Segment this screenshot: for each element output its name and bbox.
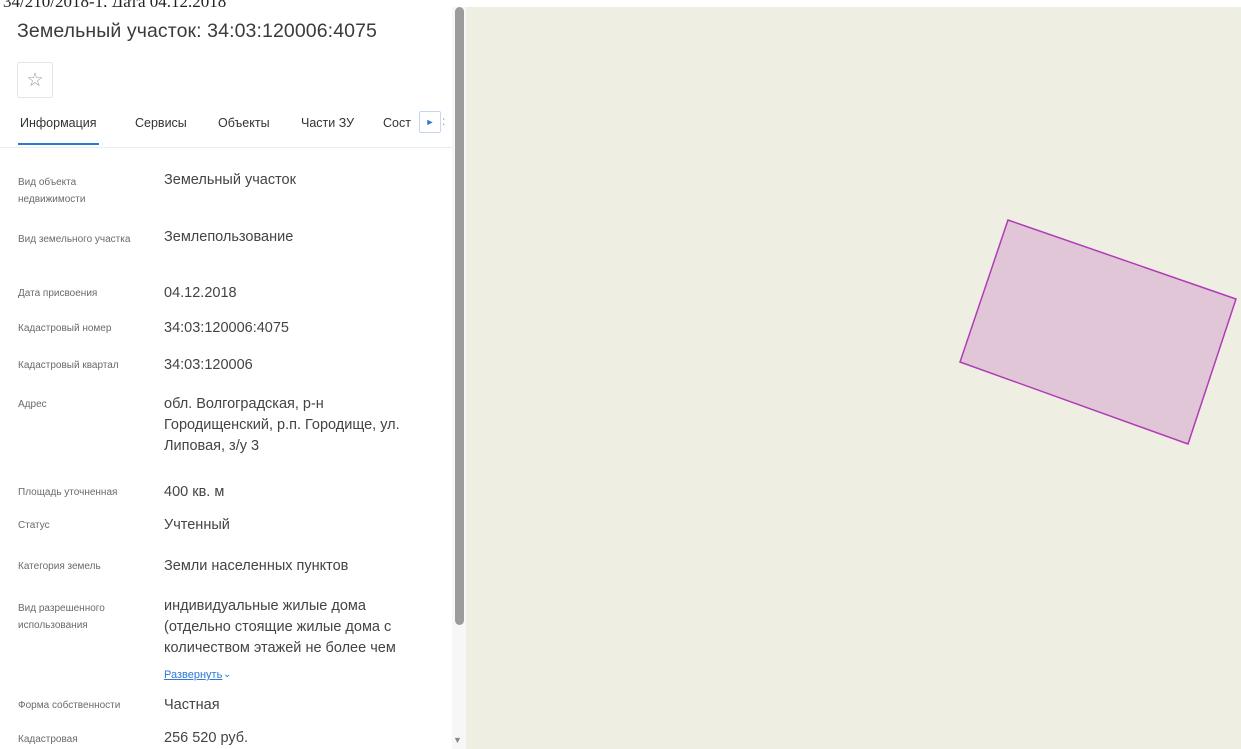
tab-overflow-edge: : bbox=[442, 114, 446, 128]
field-label: Кадастровый номер bbox=[18, 323, 112, 334]
field-label: Адрес bbox=[18, 399, 47, 410]
tab-objects[interactable]: Объекты bbox=[218, 116, 270, 130]
land-parcel-polygon[interactable] bbox=[959, 219, 1237, 445]
field-value: обл. Волгоградская, р-н Городищенский, р… bbox=[164, 396, 400, 454]
field-value: Земли населенных пунктов bbox=[164, 558, 349, 574]
tab-services[interactable]: Сервисы bbox=[135, 116, 187, 130]
tab-bar: Информация Сервисы Объекты Части ЗУ Сост bbox=[0, 105, 452, 148]
field-value: индивидуальные жилые дома (отдельно стоя… bbox=[164, 598, 396, 656]
field-value: 04.12.2018 bbox=[164, 285, 237, 301]
field-value: 34:03:120006 bbox=[164, 357, 253, 373]
map-svg bbox=[959, 219, 1237, 445]
map-canvas[interactable] bbox=[466, 7, 1241, 749]
field-value: Земельный участок bbox=[164, 172, 296, 188]
scroll-down-arrow-icon[interactable]: ▼ bbox=[453, 735, 462, 745]
field-label: Площадь уточненная bbox=[18, 487, 118, 498]
field-value: 400 кв. м bbox=[164, 484, 225, 500]
field-label: Дата присвоения bbox=[18, 288, 98, 299]
field-value: 256 520 руб. bbox=[164, 730, 249, 746]
caret-right-icon: ► bbox=[425, 117, 435, 127]
field-label: Вид разрешенного использования bbox=[18, 603, 105, 631]
field-label: Форма собственности bbox=[18, 700, 121, 711]
tab-composition[interactable]: Сост bbox=[383, 116, 411, 130]
field-label: Кадастровая bbox=[18, 734, 78, 745]
tab-scroll-right-button[interactable]: ► bbox=[419, 111, 441, 133]
expand-link[interactable]: Развернуть bbox=[164, 669, 222, 681]
star-outline-icon: ☆ bbox=[26, 69, 44, 91]
field-label: Категория земель bbox=[18, 561, 101, 572]
field-label: Кадастровый квартал bbox=[18, 360, 119, 371]
field-value: 34:03:120006:4075 bbox=[164, 320, 289, 336]
tab-parts[interactable]: Части ЗУ bbox=[301, 116, 354, 130]
field-value: Землепользование bbox=[164, 229, 294, 245]
favorite-button[interactable]: ☆ bbox=[17, 62, 53, 98]
info-panel: Земельный участок: 34:03:120006:4075 ☆ И… bbox=[0, 7, 452, 749]
panel-scrollbar-thumb[interactable] bbox=[455, 7, 464, 625]
chevron-down-icon[interactable]: ⌄ bbox=[223, 669, 231, 680]
page-title: Земельный участок: 34:03:120006:4075 bbox=[17, 20, 377, 42]
field-label: Вид объекта недвижимости bbox=[18, 177, 86, 205]
tab-information[interactable]: Информация bbox=[18, 116, 99, 145]
field-value: Учтенный bbox=[164, 517, 230, 533]
field-label: Статус bbox=[18, 520, 50, 531]
field-value: Частная bbox=[164, 697, 220, 713]
field-label: Вид земельного участка bbox=[18, 234, 131, 245]
